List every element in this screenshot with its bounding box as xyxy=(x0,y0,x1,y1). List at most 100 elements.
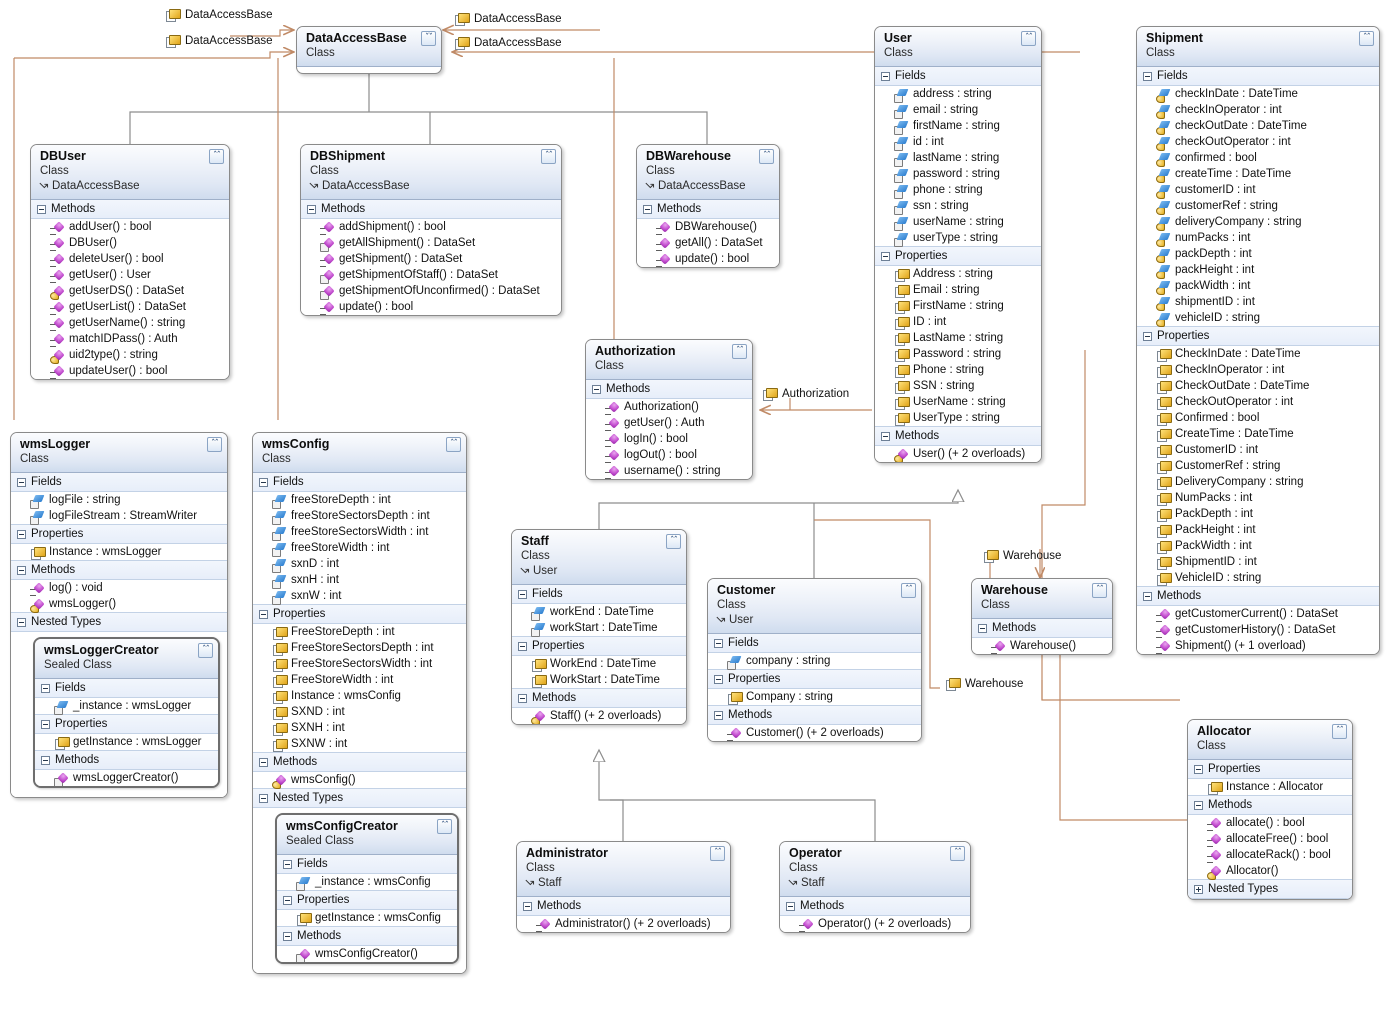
collapse-icon[interactable] xyxy=(978,623,987,633)
collapse-icon[interactable] xyxy=(881,431,890,441)
collapse-icon[interactable] xyxy=(259,757,268,767)
group-header-methods[interactable]: Methods xyxy=(35,750,218,770)
member-row[interactable]: freeStoreSectorsDepth : int xyxy=(253,508,466,525)
member-row[interactable]: customerRef : string xyxy=(1137,198,1379,215)
collapse-icon[interactable] xyxy=(259,477,268,487)
collapse-icon[interactable] xyxy=(518,641,527,651)
chevron-up-icon[interactable]: ˆˆ xyxy=(901,583,916,598)
member-row[interactable]: allocateRack() : bool xyxy=(1188,847,1352,863)
member-row[interactable]: packHeight : int xyxy=(1137,262,1379,279)
member-row[interactable]: packWidth : int xyxy=(1137,278,1379,295)
member-row[interactable]: Instance : Allocator xyxy=(1188,779,1352,795)
member-row[interactable]: createTime : DateTime xyxy=(1137,166,1379,183)
member-row[interactable]: customerID : int xyxy=(1137,182,1379,199)
member-row[interactable]: CheckOutDate : DateTime xyxy=(1137,378,1379,394)
member-row[interactable]: lastName : string xyxy=(875,150,1041,167)
member-row[interactable]: CheckInDate : DateTime xyxy=(1137,346,1379,362)
member-row[interactable]: _instance : wmsConfig xyxy=(277,874,457,891)
collapse-icon[interactable] xyxy=(283,931,292,941)
class-box-wmsLogger[interactable]: wmsLogger Class ˆˆ Fields logFile : string lo… xyxy=(10,432,228,798)
member-row[interactable]: getUser() : User xyxy=(31,267,229,283)
member-row[interactable]: ssn : string xyxy=(875,198,1041,215)
collapse-icon[interactable] xyxy=(881,71,890,81)
member-row[interactable]: checkInDate : DateTime xyxy=(1137,86,1379,103)
collapse-icon[interactable] xyxy=(1194,800,1203,810)
group-header-fields[interactable]: Fields xyxy=(11,473,227,492)
member-row[interactable]: Operator() (+ 2 overloads) xyxy=(780,916,970,932)
member-row[interactable]: checkInOperator : int xyxy=(1137,102,1379,119)
group-header-methods[interactable]: Methods xyxy=(1137,586,1379,606)
collapse-icon[interactable] xyxy=(714,710,723,720)
member-row[interactable]: SXNH : int xyxy=(253,720,466,736)
member-row[interactable]: UserType : string xyxy=(875,410,1041,426)
member-row[interactable]: packDepth : int xyxy=(1137,246,1379,263)
collapse-icon[interactable] xyxy=(714,674,723,684)
member-row[interactable]: VehicleID : string xyxy=(1137,570,1379,586)
member-row[interactable]: allocateFree() : bool xyxy=(1188,831,1352,847)
member-row[interactable]: Company : string xyxy=(708,689,921,705)
collapse-icon[interactable] xyxy=(17,565,26,575)
member-row[interactable]: DBUser() xyxy=(31,235,229,251)
group-header-methods[interactable]: Methods xyxy=(301,200,561,219)
member-row[interactable]: sxnH : int xyxy=(253,572,466,589)
member-row[interactable]: checkOutDate : DateTime xyxy=(1137,118,1379,135)
member-row[interactable]: LastName : string xyxy=(875,330,1041,346)
collapse-icon[interactable] xyxy=(17,529,26,539)
member-row[interactable]: Address : string xyxy=(875,266,1041,282)
group-header-methods[interactable]: Methods xyxy=(780,897,970,916)
member-row[interactable]: UserName : string xyxy=(875,394,1041,410)
collapse-icon[interactable] xyxy=(283,895,292,905)
group-header-properties[interactable]: Properties xyxy=(1188,760,1352,779)
group-header-properties[interactable]: Properties xyxy=(35,714,218,734)
member-row[interactable]: uid2type() : string xyxy=(31,347,229,364)
class-box-Authorization[interactable]: Authorization Class ˆˆ Methods Authorization… xyxy=(585,339,753,480)
member-row[interactable]: checkOutOperator : int xyxy=(1137,134,1379,151)
group-header-methods[interactable]: Methods xyxy=(1188,795,1352,815)
class-box-Administrator[interactable]: Administrator Class ↳Staff ˆˆ Methods Adminis… xyxy=(516,841,731,933)
member-row[interactable]: sxnW : int xyxy=(253,588,466,605)
group-header-properties[interactable]: Properties xyxy=(875,246,1041,266)
association-label-dab-4[interactable]: DataAccessBase xyxy=(455,36,562,50)
member-row[interactable]: shipmentID : int xyxy=(1137,294,1379,311)
member-row[interactable]: Staff() (+ 2 overloads) xyxy=(512,708,686,724)
class-box-wmsConfig[interactable]: wmsConfig Class ˆˆ Fields freeStoreDepth : i… xyxy=(252,432,467,974)
member-row[interactable]: update() : bool xyxy=(301,299,561,315)
member-row[interactable]: _instance : wmsLogger xyxy=(35,698,218,715)
member-row[interactable]: sxnD : int xyxy=(253,556,466,573)
group-header-fields[interactable]: Fields xyxy=(708,634,921,653)
member-row[interactable]: SSN : string xyxy=(875,378,1041,394)
group-header-properties[interactable]: Properties xyxy=(1137,326,1379,346)
member-row[interactable]: WorkStart : DateTime xyxy=(512,672,686,688)
member-row[interactable]: getCustomerCurrent() : DataSet xyxy=(1137,606,1379,622)
group-header-fields[interactable]: Fields xyxy=(253,473,466,492)
group-header-fields[interactable]: Fields xyxy=(875,67,1041,86)
member-row[interactable]: SXNW : int xyxy=(253,736,466,752)
member-row[interactable]: freeStoreDepth : int xyxy=(253,492,466,509)
member-row[interactable]: update() : bool xyxy=(637,251,779,267)
member-row[interactable]: CheckOutOperator : int xyxy=(1137,394,1379,410)
member-row[interactable]: confirmed : bool xyxy=(1137,150,1379,167)
member-row[interactable]: FreeStoreSectorsDepth : int xyxy=(253,640,466,656)
group-header-nested-types[interactable]: Nested Types xyxy=(1188,879,1352,899)
member-row[interactable]: Shipment() (+ 1 overload) xyxy=(1137,638,1379,654)
member-row[interactable]: DBWarehouse() xyxy=(637,219,779,235)
group-header-nested-types[interactable]: Nested Types xyxy=(11,612,227,632)
class-box-wmsLoggerCreator[interactable]: wmsLoggerCreator Sealed Class ˆˆ Fields _ins… xyxy=(33,637,220,788)
member-row[interactable]: FreeStoreDepth : int xyxy=(253,624,466,640)
member-row[interactable]: username() : string xyxy=(586,463,752,479)
member-row[interactable]: addUser() : bool xyxy=(31,219,229,235)
collapse-icon[interactable] xyxy=(523,901,532,911)
class-box-DBShipment[interactable]: DBShipment Class ↳DataAccessBase ˆˆ Methods a… xyxy=(300,144,562,316)
group-header-properties[interactable]: Properties xyxy=(253,604,466,624)
association-label-dab-1[interactable]: DataAccessBase xyxy=(166,8,273,22)
association-label-dab-3[interactable]: DataAccessBase xyxy=(455,12,562,26)
chevron-up-icon[interactable]: ˆˆ xyxy=(1332,724,1347,739)
member-row[interactable]: PackDepth : int xyxy=(1137,506,1379,522)
group-header-properties[interactable]: Properties xyxy=(277,890,457,910)
member-row[interactable]: logFileStream : StreamWriter xyxy=(11,508,227,525)
member-row[interactable]: id : int xyxy=(875,134,1041,151)
member-row[interactable]: Administrator() (+ 2 overloads) xyxy=(517,916,730,932)
collapse-icon[interactable] xyxy=(1143,71,1152,81)
member-row[interactable]: Instance : wmsConfig xyxy=(253,688,466,704)
collapse-icon[interactable] xyxy=(259,793,268,803)
